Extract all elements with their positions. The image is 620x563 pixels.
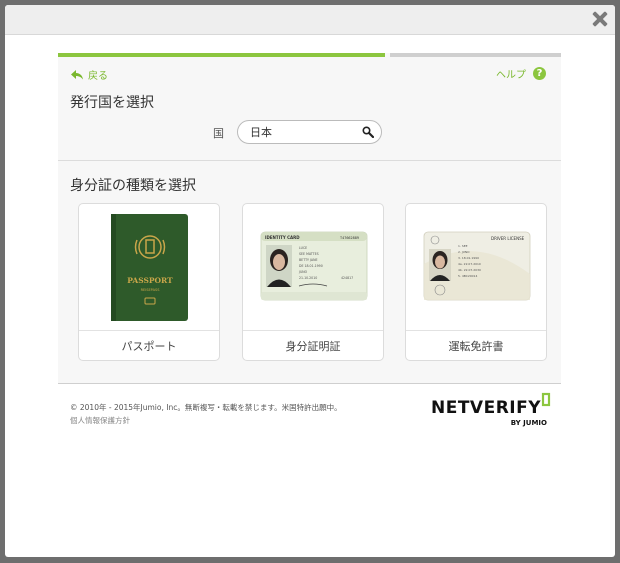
copyright-text: © 2010年 - 2015年Jumio, Inc。無断複写・転載を禁じます。米…: [70, 403, 342, 412]
progress-remaining: [390, 53, 561, 57]
content-panel: 戻る ヘルプ ? 発行国を選択 国 身分証の種類を選択: [58, 53, 561, 383]
svg-text:4b. 22.07.2030: 4b. 22.07.2030: [458, 268, 481, 272]
svg-text:4a. 22.07.2010: 4a. 22.07.2010: [458, 262, 481, 266]
svg-text:IDENTITY CARD: IDENTITY CARD: [265, 235, 300, 240]
svg-text:NETVERIFY: NETVERIFY: [431, 398, 541, 418]
back-link[interactable]: 戻る: [71, 67, 108, 82]
passport-image: PASSPORT REISEPASS: [79, 204, 219, 330]
svg-text:2. JUNO: 2. JUNO: [458, 250, 470, 254]
help-icon: ?: [533, 67, 546, 80]
document-section-title: 身分証の種類を選択: [70, 178, 196, 194]
svg-text:DE 18.01.1990: DE 18.01.1990: [299, 264, 323, 268]
svg-text:BY JUMIO: BY JUMIO: [511, 419, 547, 427]
svg-text:REISEPASS: REISEPASS: [141, 288, 161, 292]
svg-text:BETTY JANE: BETTY JANE: [299, 258, 317, 262]
identity-card-card[interactable]: IDENTITY CARD T47662889 LUCE SEE MATTES …: [242, 203, 384, 361]
svg-text:424817: 424817: [341, 276, 353, 280]
progress-fill: [58, 53, 385, 57]
country-input[interactable]: [250, 125, 350, 139]
svg-text:LUCE: LUCE: [299, 246, 307, 250]
back-label: 戻る: [88, 71, 108, 82]
section-divider: [58, 160, 561, 161]
svg-text:PASSPORT: PASSPORT: [127, 276, 173, 285]
close-icon[interactable]: [591, 10, 609, 28]
privacy-link[interactable]: 個人情報保護方針: [70, 415, 130, 426]
help-link[interactable]: ヘルプ ?: [496, 66, 546, 81]
netverify-logo: NETVERIFY BY JUMIO: [431, 392, 551, 427]
identity-card-label: 身分証明証: [243, 330, 383, 361]
svg-text:21.10.2010: 21.10.2010: [299, 276, 317, 280]
svg-text:1. SEE: 1. SEE: [458, 244, 468, 248]
passport-card[interactable]: PASSPORT REISEPASS パスポート: [78, 203, 220, 361]
modal-dialog: 戻る ヘルプ ? 発行国を選択 国 身分証の種類を選択: [5, 5, 615, 557]
country-label: 国: [213, 127, 224, 140]
progress-bar: [58, 53, 561, 57]
svg-text:DRIVER LICENSE: DRIVER LICENSE: [491, 236, 525, 241]
svg-text:3. 18.01.1990: 3. 18.01.1990: [458, 256, 479, 260]
passport-label: パスポート: [79, 330, 219, 361]
driver-license-label: 運転免許書: [406, 330, 546, 361]
footer-divider: [58, 383, 561, 384]
driver-license-card[interactable]: DRIVER LICENSE 1. SEE 2. JUNO 3. 18.01.1…: [405, 203, 547, 361]
driver-license-image: DRIVER LICENSE 1. SEE 2. JUNO 3. 18.01.1…: [406, 204, 546, 330]
search-icon[interactable]: [362, 126, 374, 138]
svg-text:5. 4BC20014: 5. 4BC20014: [458, 274, 477, 278]
identity-card-image: IDENTITY CARD T47662889 LUCE SEE MATTES …: [243, 204, 383, 330]
svg-text:JUNO: JUNO: [298, 270, 308, 274]
svg-text:T47662889: T47662889: [340, 236, 359, 240]
country-search-field[interactable]: [237, 120, 382, 144]
modal-header: [5, 5, 615, 35]
country-section-title: 発行国を選択: [70, 95, 154, 111]
svg-text:SEE MATTES: SEE MATTES: [299, 252, 319, 256]
back-arrow-icon: [71, 69, 83, 79]
help-label: ヘルプ: [496, 70, 526, 81]
